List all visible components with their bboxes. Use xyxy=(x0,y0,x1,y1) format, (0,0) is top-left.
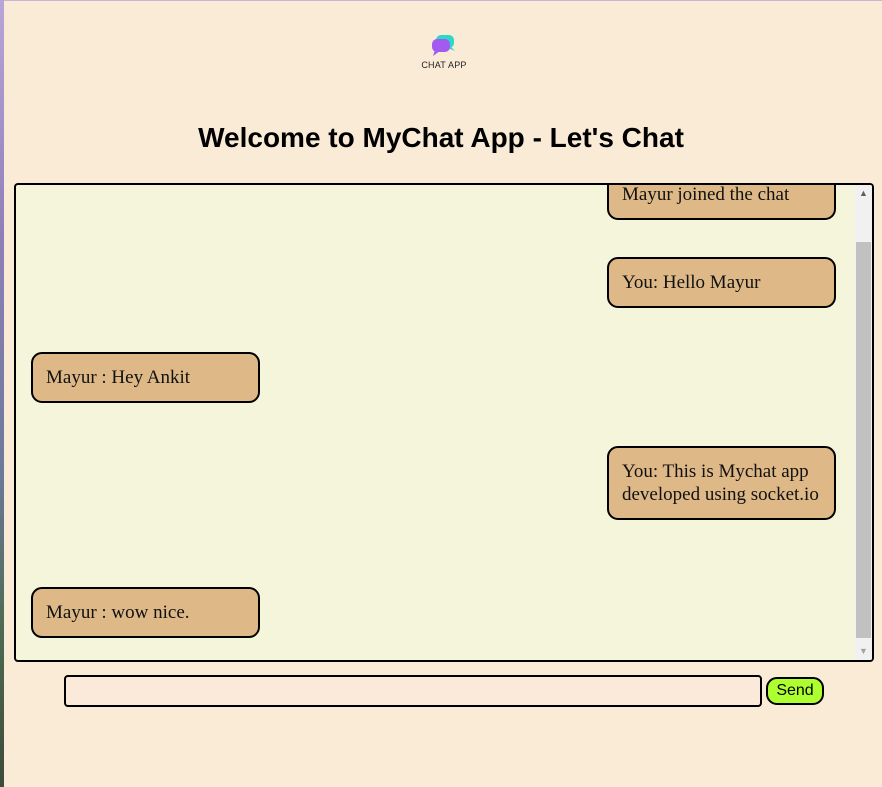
message-bubble: Mayur : Hey Ankit xyxy=(31,352,260,403)
message-input[interactable] xyxy=(64,675,762,707)
window-top-edge xyxy=(0,0,882,1)
app-logo: CHAT APP xyxy=(418,34,470,74)
message-bubble: You: This is Mychat app developed using … xyxy=(607,446,836,520)
message-bubble: You: Hello Mayur xyxy=(607,257,836,308)
message-text: You: This is Mychat app developed using … xyxy=(622,461,819,505)
chat-bubbles-icon xyxy=(432,35,455,56)
arrow-down-icon[interactable]: ▼ xyxy=(855,643,872,660)
message-text: Mayur : wow nice. xyxy=(46,602,190,623)
message-text: Mayur : Hey Ankit xyxy=(46,367,191,388)
page-title: Welcome to MyChat App - Let's Chat xyxy=(198,122,684,153)
background-strip xyxy=(0,0,4,787)
message-bubble: Mayur joined the chat xyxy=(607,184,836,220)
logo-text: CHAT APP xyxy=(421,60,467,70)
chat-scrollbar[interactable]: ▲ ▼ xyxy=(855,185,872,660)
chat-messages-area[interactable]: Mayur joined the chat You: Hello Mayur M… xyxy=(14,183,874,662)
arrow-up-icon[interactable]: ▲ xyxy=(855,185,872,202)
message-bubble: Mayur : wow nice. xyxy=(31,587,260,638)
send-button[interactable]: Send xyxy=(766,677,824,705)
scrollbar-thumb[interactable] xyxy=(856,242,871,638)
message-text: You: Hello Mayur xyxy=(622,272,761,293)
message-text: Mayur joined the chat xyxy=(622,184,790,205)
